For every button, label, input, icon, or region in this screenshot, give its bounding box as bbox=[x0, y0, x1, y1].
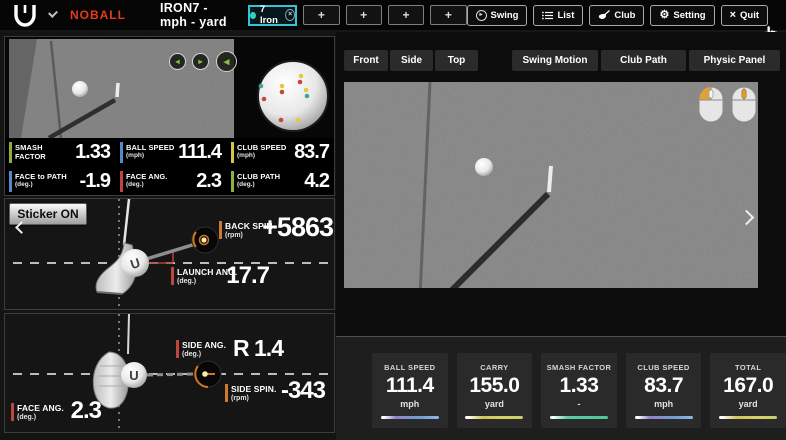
launch-angle-value: 17.7 bbox=[226, 262, 270, 289]
uneekor-logo-icon[interactable] bbox=[12, 4, 38, 27]
close-icon: × bbox=[729, 8, 736, 21]
frame-forward-button[interactable]: ▸ bbox=[192, 53, 209, 70]
summary-card-ball-speed: BALL SPEED 111.4 mph bbox=[372, 353, 448, 428]
stat-club-speed: CLUB SPEED (mph) 83.7 bbox=[227, 138, 334, 166]
club-tab-label: 7 Iron bbox=[259, 4, 278, 26]
add-club-tab-button-4[interactable]: + bbox=[430, 5, 467, 25]
add-club-tab-button-1[interactable]: + bbox=[303, 5, 340, 25]
play-circle-icon: ▸ bbox=[475, 9, 487, 21]
setting-button[interactable]: ⚙ Setting bbox=[650, 4, 715, 26]
back-spin-value: +5863 bbox=[262, 212, 334, 242]
add-club-tab-button-2[interactable]: + bbox=[345, 5, 382, 25]
summary-card-total: TOTAL 167.0 yard bbox=[710, 353, 786, 428]
svg-text:U: U bbox=[129, 368, 138, 383]
backspin-indicator-icon bbox=[191, 226, 219, 254]
summary-card-club-speed: CLUB SPEED 83.7 mph bbox=[625, 353, 702, 428]
mouse-wheel-icon bbox=[731, 86, 757, 123]
shot-summary-panel: BALL SPEED 111.4 mph CARRY 155.0 yard SM… bbox=[336, 336, 786, 440]
summary-card-carry: CARRY 155.0 yard bbox=[456, 353, 533, 428]
session-dropdown-chevron-icon[interactable] bbox=[48, 8, 58, 18]
side-angle-stat: SIDE ANG. (deg.) bbox=[176, 340, 226, 358]
tab-side[interactable]: Side bbox=[390, 50, 433, 71]
list-icon bbox=[542, 11, 554, 19]
stat-smash-factor: SMASH FACTOR 1.33 bbox=[5, 138, 115, 166]
mouse-left-click-icon bbox=[698, 86, 724, 123]
tab-swing-motion[interactable]: Swing Motion bbox=[512, 50, 598, 71]
noball-status: NOBALL bbox=[69, 8, 126, 22]
quit-button[interactable]: × Quit bbox=[720, 4, 768, 26]
tab-physic-panel[interactable]: Physic Panel bbox=[689, 50, 780, 71]
launch-view-panel: U Sticker ON BACK SPIN (rpm) +5863 LAUNCH… bbox=[4, 198, 335, 310]
tab-7-iron[interactable]: 7 Iron × bbox=[248, 4, 298, 26]
side-view-panel: U SIDE ANG. (deg.) R 1.4 SIDE SPIN. (rpm) … bbox=[4, 313, 335, 433]
summary-card-smash-factor: SMASH FACTOR 1.33 - bbox=[541, 353, 617, 428]
tab-close-icon[interactable]: × bbox=[285, 9, 296, 21]
stat-face-to-path: FACE to PATH (deg.) -1.9 bbox=[5, 167, 115, 195]
stat-club-path: CLUB PATH (deg.) 4.2 bbox=[227, 167, 334, 195]
gear-icon: ⚙ bbox=[659, 8, 670, 21]
page-title: IRON7 - mph - yard bbox=[159, 1, 227, 29]
top-bar: NOBALL IRON7 - mph - yard 7 Iron × + + +… bbox=[0, 0, 786, 32]
swing-button[interactable]: ▸ Swing bbox=[466, 4, 528, 26]
club-button[interactable]: Club bbox=[589, 4, 645, 26]
stat-ball-speed: BALL SPEED (mph) 111.4 bbox=[116, 138, 226, 166]
frame-rewind-button[interactable]: ◂ bbox=[216, 51, 237, 72]
tab-club-path[interactable]: Club Path bbox=[601, 50, 686, 71]
golf-club-icon bbox=[599, 10, 611, 20]
list-button[interactable]: List bbox=[533, 4, 584, 26]
side-spin-value: -343 bbox=[280, 377, 326, 404]
ball-closeup-view bbox=[257, 60, 329, 132]
stat-face-angle: FACE ANG. (deg.) 2.3 bbox=[116, 167, 226, 195]
tab-front[interactable]: Front bbox=[344, 50, 388, 71]
side-angle-value: R 1.4 bbox=[233, 335, 284, 361]
tab-top[interactable]: Top bbox=[435, 50, 478, 71]
club-tab-dot-icon bbox=[250, 11, 256, 19]
add-club-tab-button-3[interactable]: + bbox=[387, 5, 425, 25]
impact-panel: ◂ ▸ ◂ SMASH FACTOR 1.33 BALL SPEED (mph) 1… bbox=[4, 36, 335, 196]
face-angle-value: 2.3 bbox=[70, 397, 102, 424]
impact-stats-grid: SMASH FACTOR 1.33 BALL SPEED (mph) 111.4 C… bbox=[5, 138, 334, 195]
frame-back-button[interactable]: ◂ bbox=[169, 53, 186, 70]
main-camera-view[interactable] bbox=[344, 81, 758, 297]
sidespin-indicator-icon bbox=[194, 360, 222, 388]
